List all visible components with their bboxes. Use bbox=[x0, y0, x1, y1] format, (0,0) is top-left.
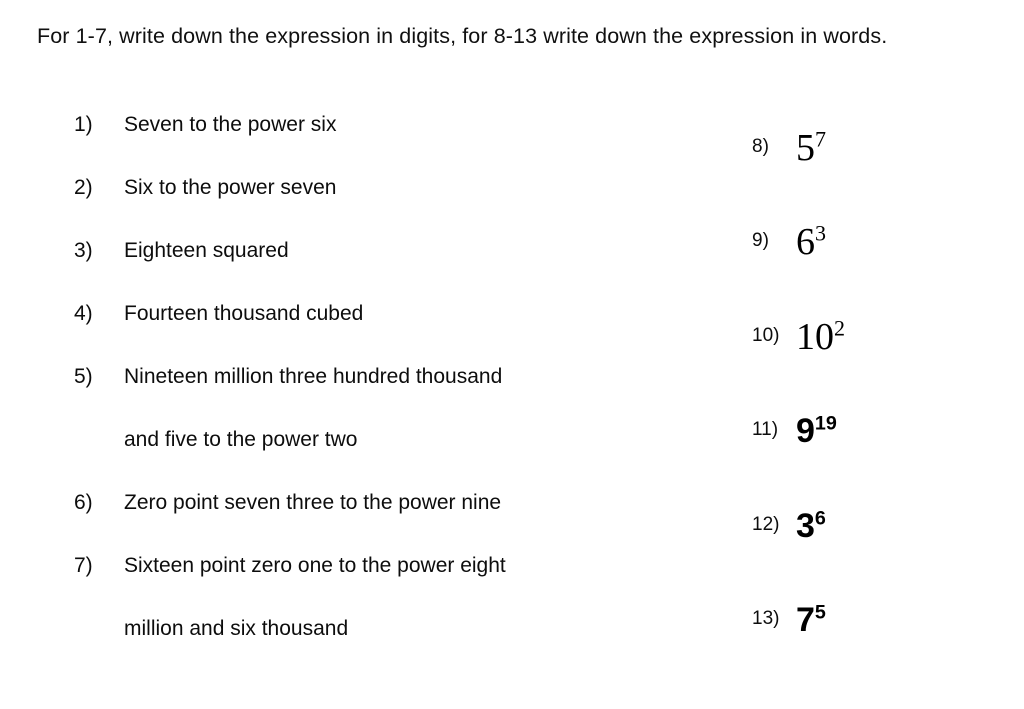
question-item-6: 6) Zero point seven three to the power n… bbox=[74, 486, 714, 549]
power-expression: 57 bbox=[796, 125, 827, 169]
question-number: 4) bbox=[74, 302, 93, 325]
question-number: 3) bbox=[74, 239, 93, 262]
question-number: 10) bbox=[752, 324, 780, 346]
question-item-2: 2) Six to the power seven bbox=[74, 171, 714, 234]
question-item-13: 13) 75 bbox=[752, 573, 1002, 668]
power-expression: 36 bbox=[796, 507, 826, 545]
question-number: 5) bbox=[74, 365, 93, 388]
question-item-8: 8) 57 bbox=[752, 100, 1002, 195]
question-number: 11) bbox=[752, 419, 779, 440]
question-item-12: 12) 36 bbox=[752, 478, 1002, 573]
power-expression: 919 bbox=[796, 412, 837, 450]
expression-base: 9 bbox=[796, 412, 815, 450]
question-number: 1) bbox=[74, 113, 93, 136]
expression-base: 7 bbox=[796, 601, 815, 639]
question-text: Six to the power seven bbox=[124, 176, 337, 199]
expression-base: 10 bbox=[796, 315, 834, 358]
question-item-9: 9) 63 bbox=[752, 195, 1002, 290]
expression-exponent: 6 bbox=[814, 507, 826, 530]
question-number: 6) bbox=[74, 491, 93, 514]
power-expression: 63 bbox=[796, 220, 827, 263]
question-number: 12) bbox=[752, 513, 780, 535]
expression-exponent: 5 bbox=[814, 601, 826, 624]
worksheet-page: For 1-7, write down the expression in di… bbox=[0, 0, 1024, 709]
question-text: Fourteen thousand cubed bbox=[124, 302, 364, 325]
question-item-3: 3) Eighteen squared bbox=[74, 234, 714, 297]
question-item-7: 7) Sixteen point zero one to the power e… bbox=[74, 549, 714, 675]
question-text: Sixteen point zero one to the power eigh… bbox=[124, 554, 506, 577]
question-text-continued: million and six thousand bbox=[124, 617, 349, 640]
question-number: 13) bbox=[752, 608, 780, 629]
digits-questions-column: 8) 57 9) 63 10) 102 11) 919 12) 36 13) 7… bbox=[752, 100, 1002, 667]
question-text: Zero point seven three to the power nine bbox=[124, 491, 502, 514]
words-questions-column: 1) Seven to the power six 2) Six to the … bbox=[74, 108, 714, 675]
power-expression: 102 bbox=[796, 314, 846, 358]
expression-exponent: 7 bbox=[815, 125, 827, 151]
question-item-10: 10) 102 bbox=[752, 289, 1002, 384]
question-item-4: 4) Fourteen thousand cubed bbox=[74, 297, 714, 360]
question-text: Eighteen squared bbox=[124, 239, 289, 262]
question-text: Nineteen million three hundred thousand bbox=[124, 365, 503, 388]
expression-base: 3 bbox=[796, 506, 815, 545]
question-number: 7) bbox=[74, 554, 93, 577]
question-item-5: 5) Nineteen million three hundred thousa… bbox=[74, 360, 714, 486]
question-text: Seven to the power six bbox=[124, 113, 337, 136]
question-item-11: 11) 919 bbox=[752, 384, 1002, 479]
instruction-text: For 1-7, write down the expression in di… bbox=[37, 24, 888, 48]
expression-exponent: 19 bbox=[814, 412, 837, 435]
expression-exponent: 3 bbox=[815, 220, 827, 246]
question-number: 8) bbox=[752, 135, 769, 157]
question-number: 2) bbox=[74, 176, 93, 199]
question-number: 9) bbox=[752, 230, 769, 251]
power-expression: 75 bbox=[796, 601, 826, 639]
question-text-continued: and five to the power two bbox=[124, 428, 358, 451]
expression-base: 6 bbox=[796, 221, 815, 263]
expression-base: 5 bbox=[796, 126, 815, 169]
expression-exponent: 2 bbox=[834, 314, 846, 340]
question-item-1: 1) Seven to the power six bbox=[74, 108, 714, 171]
